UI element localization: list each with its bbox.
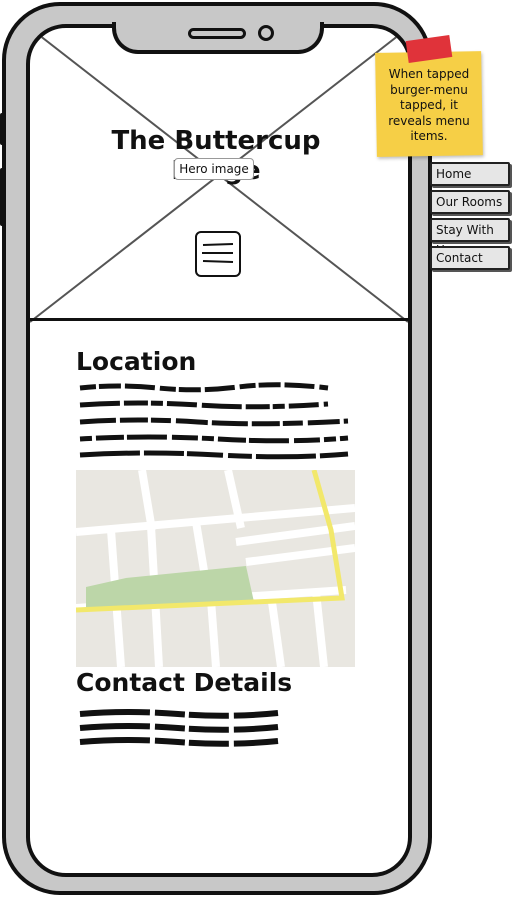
menu-item-stay-with-us[interactable]: Stay With Us (430, 218, 510, 257)
annotation-text: When tapped burger-menu tapped, it revea… (388, 67, 470, 143)
menu-item-home[interactable]: Home (430, 162, 510, 186)
menu-item-contact[interactable]: Contact (430, 246, 510, 270)
contact-heading: Contact Details (76, 668, 293, 697)
phone-side-button (0, 113, 6, 145)
burger-menu-icon[interactable] (195, 231, 241, 277)
camera-icon (258, 25, 274, 41)
contact-text-placeholder (79, 709, 279, 747)
location-heading: Location (76, 347, 197, 376)
map-image (76, 470, 355, 667)
hero-divider (30, 318, 408, 321)
phone-side-button (0, 168, 6, 226)
hero-image-label: Hero image (174, 158, 254, 180)
location-text-placeholder (79, 382, 349, 460)
speaker-icon (188, 28, 246, 39)
menu-item-our-rooms[interactable]: Our Rooms (430, 190, 510, 214)
